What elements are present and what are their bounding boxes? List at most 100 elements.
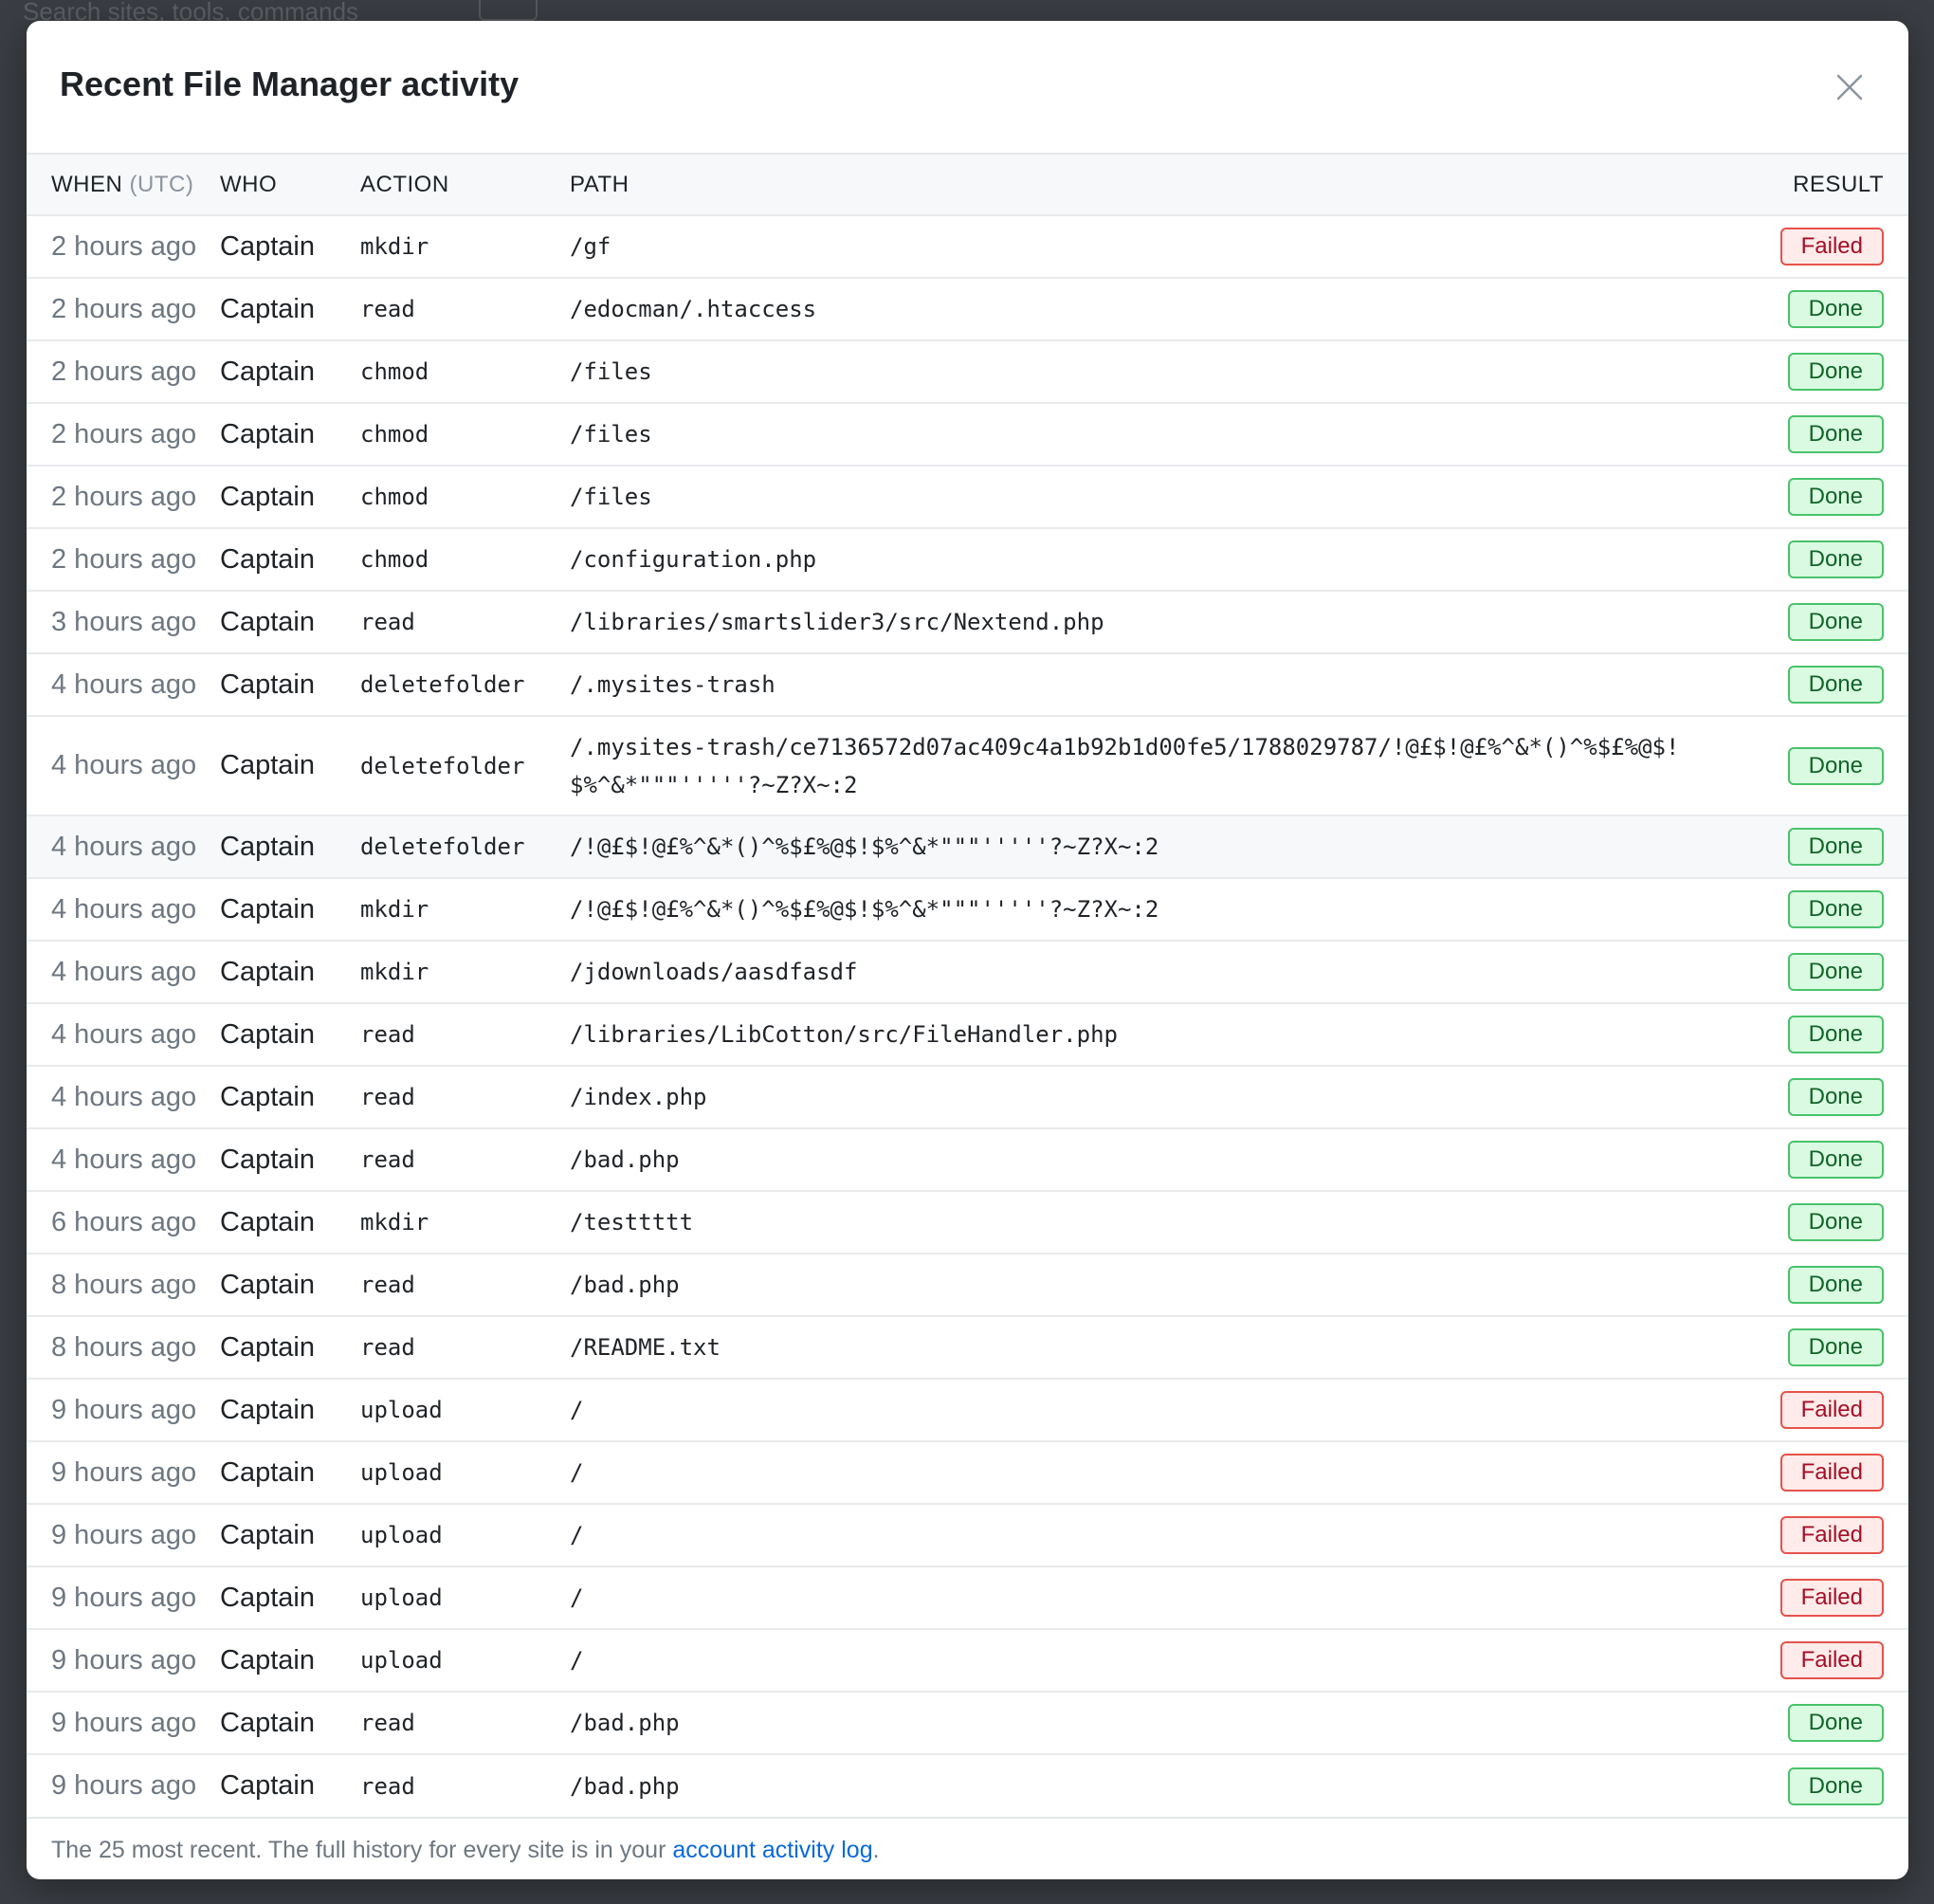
path-cell: /: [570, 1397, 584, 1423]
action-cell: mkdir: [360, 959, 429, 985]
who-cell: Captain: [220, 1644, 315, 1675]
action-cell: upload: [360, 1397, 443, 1423]
when-cell: 4 hours ago: [51, 831, 197, 862]
status-badge: Done: [1787, 540, 1884, 578]
path-cell: /libraries/smartslider3/src/Nextend.php: [570, 609, 1104, 635]
status-badge: Done: [1787, 415, 1884, 453]
result-cell: Done: [1719, 716, 1908, 815]
when-cell: 6 hours ago: [51, 1206, 197, 1237]
who-cell: Captain: [220, 543, 315, 575]
path-cell: /.mysites-trash: [570, 671, 775, 698]
path-cell: /jdownloads/aasdfasdf: [570, 959, 858, 985]
when-cell: 9 hours ago: [51, 1582, 197, 1613]
action-cell: deletefolder: [360, 752, 525, 779]
status-badge: Failed: [1779, 1391, 1884, 1429]
status-badge: Done: [1787, 953, 1884, 991]
action-cell: chmod: [360, 421, 429, 448]
action-cell: deletefolder: [360, 833, 525, 860]
status-badge: Done: [1787, 1767, 1884, 1805]
path-cell: /index.php: [570, 1084, 707, 1110]
when-cell: 2 hours ago: [51, 543, 197, 575]
when-cell: 3 hours ago: [51, 606, 197, 637]
action-cell: read: [360, 1021, 415, 1048]
when-cell: 4 hours ago: [51, 893, 197, 925]
action-cell: upload: [360, 1459, 443, 1486]
action-cell: read: [360, 609, 415, 635]
action-cell: mkdir: [360, 896, 429, 923]
table-row: 9 hours ago Captain upload / Failed: [27, 1441, 1908, 1504]
result-cell: Done: [1719, 878, 1908, 941]
when-cell: 4 hours ago: [51, 1144, 197, 1175]
path-cell: /README.txt: [570, 1334, 721, 1361]
result-cell: Done: [1719, 466, 1908, 528]
result-cell: Done: [1719, 1254, 1908, 1316]
when-cell: 4 hours ago: [51, 1081, 197, 1112]
status-badge: Done: [1787, 290, 1884, 328]
path-cell: /testtttt: [570, 1209, 694, 1236]
status-badge: Failed: [1779, 1641, 1884, 1679]
path-cell: /files: [570, 358, 652, 385]
action-cell: mkdir: [360, 233, 429, 260]
path-cell: /bad.php: [570, 1772, 680, 1800]
path-cell: /bad.php: [570, 1146, 680, 1173]
modal-header: Recent File Manager activity: [27, 21, 1908, 155]
activity-modal: Recent File Manager activity WHEN (UTC) …: [27, 21, 1908, 1879]
who-cell: Captain: [220, 418, 315, 449]
when-cell: 9 hours ago: [51, 1644, 197, 1675]
column-header-timezone: (UTC): [129, 171, 194, 197]
result-cell: Done: [1719, 1003, 1908, 1066]
status-badge: Done: [1787, 1704, 1884, 1742]
result-cell: Done: [1719, 403, 1908, 466]
column-header-when-label: WHEN: [51, 171, 123, 197]
path-cell: /!@£$!@£%^&*()^%$£%@$!$%^&*"""'''''?~Z?X…: [570, 833, 1159, 860]
path-cell: /files: [570, 484, 652, 510]
who-cell: Captain: [220, 750, 315, 780]
path-cell: /bad.php: [570, 1710, 680, 1736]
table-row: 2 hours ago Captain chmod/configuration.ph…: [27, 528, 1908, 591]
result-cell: Done: [1719, 941, 1908, 1003]
who-cell: Captain: [220, 1519, 315, 1550]
when-cell: 2 hours ago: [51, 356, 197, 387]
result-cell: Done: [1719, 1066, 1908, 1128]
when-cell: 9 hours ago: [51, 1770, 197, 1801]
table-row: 9 hours ago Captain upload / Failed: [27, 1629, 1908, 1692]
close-icon: [1836, 74, 1863, 101]
account-activity-log-link[interactable]: account activity log: [672, 1837, 872, 1863]
table-row: 4 hours ago Captain deletefolder /.mysites-…: [27, 653, 1908, 716]
column-header-path: PATH: [570, 171, 629, 197]
result-cell: Done: [1719, 528, 1908, 591]
when-cell: 8 hours ago: [51, 1269, 197, 1300]
action-cell: read: [360, 1334, 415, 1361]
action-cell: mkdir: [360, 1209, 429, 1236]
close-button[interactable]: [1829, 66, 1870, 108]
who-cell: Captain: [220, 1582, 315, 1613]
table-body: 2 hours ago Captain mkdir/gf Failed 2 hours …: [27, 215, 1908, 1817]
who-cell: Captain: [220, 230, 315, 262]
who-cell: Captain: [220, 356, 315, 387]
action-cell: upload: [360, 1522, 443, 1548]
result-cell: Failed: [1719, 1441, 1908, 1504]
table-row: 2 hours ago Captain mkdir/gf Failed: [27, 215, 1908, 278]
who-cell: Captain: [220, 1456, 315, 1488]
who-cell: Captain: [220, 1770, 315, 1801]
modal-title: Recent File Manager activity: [60, 64, 520, 103]
result-cell: Done: [1719, 815, 1908, 878]
result-cell: Failed: [1719, 1379, 1908, 1441]
result-cell: Failed: [1719, 215, 1908, 278]
when-cell: 2 hours ago: [51, 418, 197, 449]
result-cell: Done: [1719, 653, 1908, 716]
action-cell: chmod: [360, 484, 429, 510]
result-cell: Done: [1719, 1754, 1908, 1817]
who-cell: Captain: [220, 831, 315, 862]
status-badge: Failed: [1779, 1579, 1884, 1617]
who-cell: Captain: [220, 1269, 315, 1300]
who-cell: Captain: [220, 1018, 315, 1050]
table-row: 4 hours ago Captain mkdir/jdownloads/aasdf…: [27, 941, 1908, 1003]
action-cell: chmod: [360, 358, 429, 385]
result-cell: Failed: [1719, 1566, 1908, 1629]
table-row: 4 hours ago Captain deletefolder /.mysites-…: [27, 716, 1908, 815]
status-badge: Done: [1787, 478, 1884, 516]
who-cell: Captain: [220, 606, 315, 637]
table-row: 4 hours ago Captain read/index.php Done: [27, 1066, 1908, 1128]
column-header-action: ACTION: [360, 171, 449, 197]
